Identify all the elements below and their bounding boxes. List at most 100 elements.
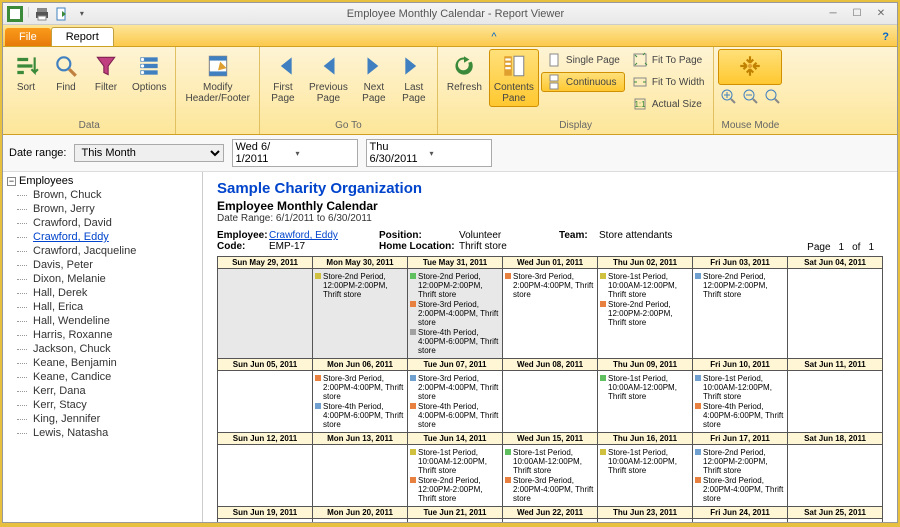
- shift-entry: Store-4th Period, 4:00PM-6:00PM, Thrift …: [695, 402, 785, 429]
- tree-item[interactable]: Crawford, Eddy: [5, 230, 200, 244]
- maximize-button[interactable]: ☐: [847, 7, 867, 21]
- shift-entry: Store-2nd Period, 12:00PM-2:00PM, Thrift…: [315, 272, 405, 299]
- zoom-in-button[interactable]: [718, 86, 738, 106]
- date-preset-select[interactable]: This Month: [74, 144, 224, 162]
- qat-dropdown-icon[interactable]: ▾: [74, 6, 90, 22]
- calendar-date-header: Sun Jun 12, 2011: [218, 433, 313, 445]
- calendar-cell: Store-1st Period, 10:00AM-12:00PM, Thrif…: [408, 445, 503, 507]
- calendar-cell: [313, 445, 408, 507]
- single-page-button[interactable]: Single Page: [541, 50, 625, 70]
- calendar-cell: [218, 269, 313, 359]
- fit-to-page-button[interactable]: Fit To Page: [627, 50, 710, 70]
- tree-item[interactable]: Hall, Wendeline: [5, 314, 200, 328]
- calendar-cell: Store-1st Period, 10:00AM-12:00PM, Thrif…: [598, 445, 693, 507]
- tree-item[interactable]: Jackson, Chuck: [5, 342, 200, 356]
- calendar-cell: [503, 519, 598, 523]
- shift-color-icon: [600, 449, 606, 455]
- employee-tree[interactable]: − Employees Brown, ChuckBrown, JerryCraw…: [3, 172, 203, 522]
- report-title: Employee Monthly Calendar: [217, 199, 883, 213]
- shift-color-icon: [695, 477, 701, 483]
- date-start-input[interactable]: Wed 6/ 1/2011▾: [232, 139, 358, 167]
- report-viewer[interactable]: Sample Charity Organization Employee Mon…: [203, 172, 897, 522]
- shift-entry: Store-2nd Period, 12:00PM-2:00PM, Thrift…: [600, 300, 690, 327]
- options-button[interactable]: Options: [127, 49, 171, 96]
- shift-entry: Store-3rd Period, 2:00PM-4:00PM, Thrift …: [410, 374, 500, 401]
- tree-item[interactable]: Crawford, David: [5, 216, 200, 230]
- modify-header-footer-button[interactable]: Modify Header/Footer: [180, 49, 254, 107]
- shift-entry: Store-3rd Period, 2:00PM-4:00PM, Thrift …: [695, 476, 785, 503]
- calendar-cell: Store-1st Period, 10:00AM-12:00PM, Thrif…: [503, 445, 598, 507]
- tree-item[interactable]: Harris, Roxanne: [5, 328, 200, 342]
- calendar-date-header: Wed Jun 08, 2011: [503, 359, 598, 371]
- zoom-out-button[interactable]: [740, 86, 760, 106]
- tab-report[interactable]: Report: [51, 27, 114, 46]
- shift-entry: Store-3rd Period, 2:00PM-4:00PM, Thrift …: [505, 476, 595, 503]
- shift-entry: Store-1st Period, 10:00AM-12:00PM, Thrif…: [695, 374, 785, 401]
- tree-item[interactable]: Hall, Derek: [5, 286, 200, 300]
- tree-item[interactable]: Kerr, Dana: [5, 384, 200, 398]
- tree-item[interactable]: Lewis, Natasha: [5, 426, 200, 440]
- collapse-icon[interactable]: −: [7, 177, 16, 186]
- tree-item[interactable]: Hall, Erica: [5, 300, 200, 314]
- contents-pane-button[interactable]: Contents Pane: [489, 49, 539, 107]
- previous-page-button[interactable]: Previous Page: [304, 49, 353, 107]
- employee-link[interactable]: Crawford, Eddy: [269, 230, 379, 241]
- chevron-down-icon: ▾: [295, 149, 355, 158]
- print-icon[interactable]: [34, 6, 50, 22]
- calendar-date-header: Thu Jun 16, 2011: [598, 433, 693, 445]
- tree-item[interactable]: Keane, Candice: [5, 370, 200, 384]
- page-indicator: Page1 of1: [807, 242, 874, 253]
- last-page-button[interactable]: Last Page: [395, 49, 433, 107]
- calendar-cell: [408, 519, 503, 523]
- calendar-date-header: Sat Jun 04, 2011: [788, 257, 883, 269]
- tree-item[interactable]: Keane, Benjamin: [5, 356, 200, 370]
- calendar-date-header: Tue Jun 14, 2011: [408, 433, 503, 445]
- first-page-button[interactable]: First Page: [264, 49, 302, 107]
- tree-item[interactable]: Brown, Jerry: [5, 202, 200, 216]
- continuous-button[interactable]: Continuous: [541, 72, 625, 92]
- shift-color-icon: [315, 403, 321, 409]
- close-button[interactable]: ✕: [871, 7, 891, 21]
- calendar-cell: [218, 445, 313, 507]
- shift-color-icon: [410, 449, 416, 455]
- filter-button[interactable]: Filter: [87, 49, 125, 96]
- zoom-dynamic-button[interactable]: [762, 86, 782, 106]
- minimize-button[interactable]: ─: [823, 7, 843, 21]
- tree-item[interactable]: King, Jennifer: [5, 412, 200, 426]
- calendar-cell: [503, 371, 598, 433]
- calendar-date-header: Fri Jun 24, 2011: [693, 507, 788, 519]
- fit-to-width-button[interactable]: Fit To Width: [627, 72, 710, 92]
- shift-entry: Store-4th Period, 4:00PM-6:00PM, Thrift …: [315, 402, 405, 429]
- find-button[interactable]: Find: [47, 49, 85, 96]
- shift-entry: Store-4th Period, 4:00PM-6:00PM, Thrift …: [410, 328, 500, 355]
- calendar-date-header: Sun Jun 05, 2011: [218, 359, 313, 371]
- calendar-date-header: Wed Jun 22, 2011: [503, 507, 598, 519]
- tree-item[interactable]: Brown, Chuck: [5, 188, 200, 202]
- tree-root[interactable]: − Employees: [5, 174, 200, 188]
- calendar-date-header: Sun Jun 19, 2011: [218, 507, 313, 519]
- tab-file[interactable]: File: [5, 28, 51, 46]
- calendar-cell: [788, 371, 883, 433]
- help-icon[interactable]: ?: [874, 28, 897, 46]
- calendar-cell: Store-1st Period, 10:00AM-12:00PM, Thrif…: [693, 371, 788, 433]
- tree-item[interactable]: Crawford, Jacqueline: [5, 244, 200, 258]
- ribbon-minimize-icon[interactable]: ^: [483, 28, 504, 46]
- window-title: Employee Monthly Calendar - Report Viewe…: [94, 8, 817, 20]
- calendar-cell: Store-2nd Period, 12:00PM-2:00PM, Thrift…: [693, 445, 788, 507]
- calendar-cell: Store-2nd Period, 12:00PM-2:00PM, Thrift…: [313, 269, 408, 359]
- actual-size-button[interactable]: 1:1Actual Size: [627, 94, 710, 114]
- calendar-cell: Store-2nd Period, 12:00PM-2:00PM, Thrift…: [693, 269, 788, 359]
- tree-item[interactable]: Kerr, Stacy: [5, 398, 200, 412]
- sort-button[interactable]: Sort: [7, 49, 45, 96]
- calendar-date-header: Tue May 31, 2011: [408, 257, 503, 269]
- shift-entry: Store-1st Period, 10:00AM-12:00PM, Thrif…: [600, 374, 690, 401]
- refresh-button[interactable]: Refresh: [442, 49, 487, 96]
- next-page-button[interactable]: Next Page: [355, 49, 393, 107]
- export-icon[interactable]: [54, 6, 70, 22]
- calendar-date-header: Thu Jun 23, 2011: [598, 507, 693, 519]
- shift-color-icon: [695, 375, 701, 381]
- pan-mode-button[interactable]: [718, 49, 782, 85]
- tree-item[interactable]: Davis, Peter: [5, 258, 200, 272]
- date-end-input[interactable]: Thu 6/30/2011▾: [366, 139, 492, 167]
- tree-item[interactable]: Dixon, Melanie: [5, 272, 200, 286]
